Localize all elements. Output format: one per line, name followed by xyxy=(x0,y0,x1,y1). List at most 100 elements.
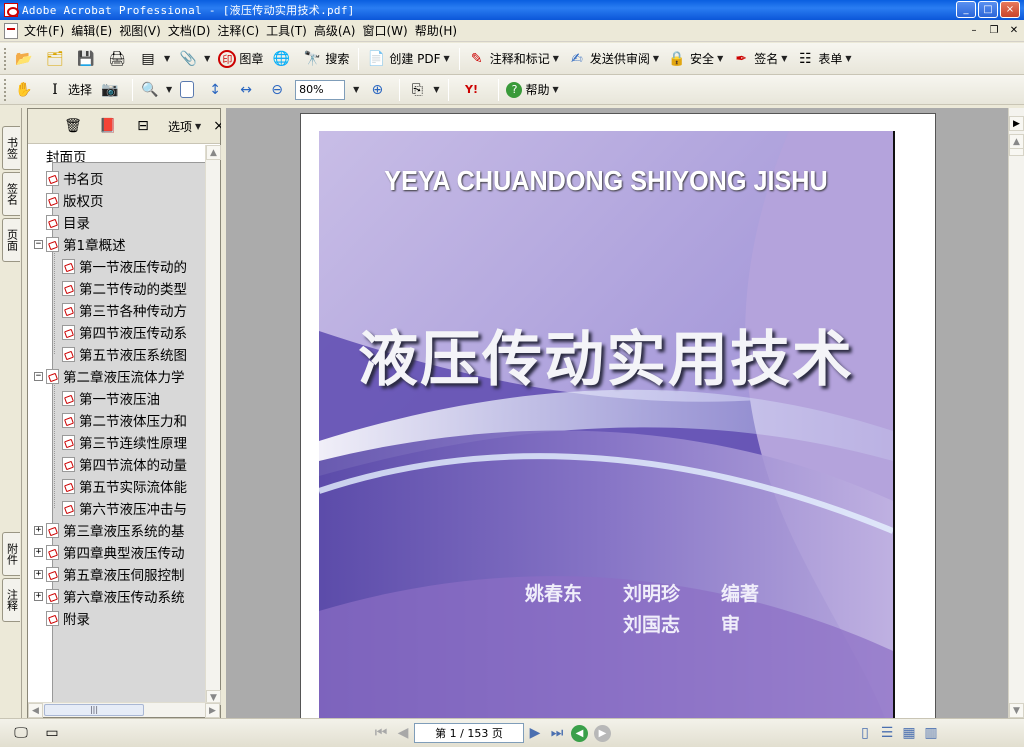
tab-pages[interactable]: 页面 xyxy=(2,218,20,262)
bookmark-item[interactable]: 第一节液压传动的 xyxy=(62,255,187,277)
fit-page-button[interactable]: ↕ xyxy=(202,78,231,102)
expand-icon[interactable]: + xyxy=(34,569,43,579)
help-button[interactable]: ? 帮助 ▼ xyxy=(503,78,561,102)
yahoo-search-button[interactable]: Y! xyxy=(453,78,492,102)
menu-comments[interactable]: 注释(C) xyxy=(217,22,266,39)
fit-width-button[interactable]: ↔ xyxy=(233,78,262,102)
bookmark-item[interactable]: 第五节液压系统图 xyxy=(62,343,187,365)
create-pdf-button[interactable]: 📄 创建 PDF ▼ xyxy=(363,47,452,71)
scroll-right-arrow-icon[interactable]: ▶ xyxy=(205,703,220,718)
new-bookmark-button[interactable]: 📕 xyxy=(95,114,124,138)
bookmark-vertical-scrollbar[interactable]: ▲ ▼ xyxy=(205,145,221,705)
tab-comments[interactable]: 注释 xyxy=(2,578,20,622)
bookmark-item[interactable]: + 第四章典型液压传动 xyxy=(34,541,185,563)
tasks-button[interactable]: ▤ ▼ xyxy=(135,47,173,71)
tab-attachments[interactable]: 附件 xyxy=(2,532,20,576)
open-button[interactable]: 📂 xyxy=(11,47,40,71)
previous-page-button[interactable]: ◀ xyxy=(392,723,414,743)
bookmark-item[interactable]: 封面页 xyxy=(34,145,206,705)
previous-view-button[interactable]: ◀ xyxy=(571,724,588,742)
document-vertical-scrollbar[interactable]: ▶ ▲ ▼ xyxy=(1008,108,1024,718)
send-review-button[interactable]: ✍ 发送供审阅 ▼ xyxy=(564,47,662,71)
sign-button[interactable]: ✒ 签名 ▼ xyxy=(728,47,790,71)
bookmark-item[interactable]: 第三节连续性原理 xyxy=(62,431,187,453)
menu-document[interactable]: 文档(D) xyxy=(168,22,218,39)
zoom-in-button[interactable]: ⊕ xyxy=(364,78,393,102)
tab-bookmarks[interactable]: 书签 xyxy=(2,126,20,170)
single-page-view-button[interactable]: ▯ xyxy=(854,723,876,743)
continuous-view-button[interactable]: ☰ xyxy=(876,723,898,743)
document-view[interactable]: YEYA CHUANDONG SHIYONG JISHU 液压传动实用技术 姚春… xyxy=(226,108,1008,718)
expand-icon[interactable]: + xyxy=(34,591,43,601)
bookmark-item[interactable]: 第二节液体压力和 xyxy=(62,409,187,431)
menu-help[interactable]: 帮助(H) xyxy=(415,22,464,39)
delete-bookmark-button[interactable]: 🗑 xyxy=(60,114,89,138)
zoom-tool-button[interactable]: 🔍 ▼ xyxy=(137,78,175,102)
bookmark-item[interactable]: 目录 xyxy=(34,211,90,233)
bookmark-item[interactable]: + 第五章液压伺服控制 xyxy=(34,563,185,585)
select-tool-button[interactable]: Ⅰ 选择 xyxy=(42,78,95,102)
snapshot-button[interactable]: 📷 xyxy=(97,78,126,102)
tab-signatures[interactable]: 签名 xyxy=(2,172,20,216)
menu-file[interactable]: 文件(F) xyxy=(24,22,71,39)
bookmark-item[interactable]: 第四节流体的动量 xyxy=(62,453,187,475)
bookmark-item[interactable]: − 第二章液压流体力学 xyxy=(34,365,185,387)
scroll-down-arrow-icon[interactable]: ▼ xyxy=(1009,703,1024,718)
comment-markup-button[interactable]: ✎ 注释和标记 ▼ xyxy=(464,47,562,71)
forms-button[interactable]: ☷ 表单 ▼ xyxy=(792,47,854,71)
bookmark-item[interactable]: + 第六章液压传动系统 xyxy=(34,585,185,607)
bookmark-item[interactable]: 第四节液压传动系 xyxy=(62,321,187,343)
scroll-thumb[interactable] xyxy=(1009,148,1024,156)
bookmark-item[interactable]: 附录 xyxy=(34,607,90,629)
last-page-button[interactable]: ⏭ xyxy=(546,723,568,743)
scroll-up-arrow-icon[interactable]: ▲ xyxy=(206,145,221,160)
bookmark-item[interactable]: + 第三章液压系统的基 xyxy=(34,519,185,541)
next-view-button[interactable]: ▶ xyxy=(594,724,611,742)
show-panel-button[interactable]: 🖵 xyxy=(8,721,37,745)
menu-advanced[interactable]: 高级(A) xyxy=(314,22,363,39)
expand-icon[interactable]: + xyxy=(34,547,43,557)
zoom-input[interactable]: 80% xyxy=(295,79,346,100)
bookmark-item[interactable]: 第二节传动的类型 xyxy=(62,277,187,299)
doc-close-button[interactable]: ✕ xyxy=(1006,23,1022,38)
email-button[interactable]: 🌐 xyxy=(268,47,297,71)
collapse-icon[interactable]: − xyxy=(34,371,43,381)
scroll-left-arrow-icon[interactable]: ◀ xyxy=(28,703,43,718)
menu-window[interactable]: 窗口(W) xyxy=(362,22,414,39)
scroll-up-arrow-icon[interactable]: ▲ xyxy=(1009,134,1024,149)
document-icon[interactable] xyxy=(4,22,18,39)
zoom-out-button[interactable]: ⊖ xyxy=(264,78,293,102)
page-number-field[interactable]: 第 1 / 153 页 xyxy=(414,723,524,743)
collapse-icon[interactable]: − xyxy=(34,239,43,249)
facing-view-button[interactable]: ▦ xyxy=(898,723,920,743)
expand-bookmark-button[interactable]: ⊟ xyxy=(130,114,159,138)
page-info-button[interactable]: ▭ xyxy=(39,721,68,745)
security-button[interactable]: 🔒 安全 ▼ xyxy=(664,47,726,71)
acrobat-app-icon[interactable] xyxy=(4,3,19,17)
options-menu-button[interactable]: 选项 ▼ xyxy=(165,114,204,138)
expand-icon[interactable]: + xyxy=(34,525,43,535)
scroll-thumb[interactable]: ||| xyxy=(44,704,144,716)
actual-size-button[interactable] xyxy=(177,78,200,102)
first-page-button[interactable]: ⏮ xyxy=(370,723,392,743)
doc-minimize-button[interactable]: – xyxy=(966,23,982,38)
menu-view[interactable]: 视图(V) xyxy=(119,22,168,39)
doc-restore-button[interactable]: ❐ xyxy=(986,23,1002,38)
bookmark-item[interactable]: 版权页 xyxy=(34,189,104,211)
bookmark-item[interactable]: 第三节各种传动方 xyxy=(62,299,187,321)
minimize-button[interactable]: _ xyxy=(956,1,976,18)
rotate-view-button[interactable]: ⎘ ▼ xyxy=(404,78,442,102)
attach-button[interactable]: 📎 ▼ xyxy=(175,47,213,71)
zoom-dropdown[interactable]: ▼ xyxy=(347,78,362,102)
save-button[interactable]: 💾 xyxy=(73,47,102,71)
next-page-button[interactable]: ▶ xyxy=(524,723,546,743)
bookmark-item[interactable]: 第五节实际流体能 xyxy=(62,475,187,497)
print-button[interactable]: 🖨 xyxy=(104,47,133,71)
bookmark-item[interactable]: 第一节液压油 xyxy=(62,387,160,409)
bookmark-horizontal-scrollbar[interactable]: ◀ ||| ▶ xyxy=(28,702,220,718)
bookmark-item[interactable]: 第六节液压冲击与 xyxy=(62,497,187,519)
bookmark-item[interactable]: 书名页 xyxy=(34,167,104,189)
menu-edit[interactable]: 编辑(E) xyxy=(71,22,119,39)
hand-tool-button[interactable]: ✋ xyxy=(11,78,40,102)
close-button[interactable]: × xyxy=(1000,1,1020,18)
